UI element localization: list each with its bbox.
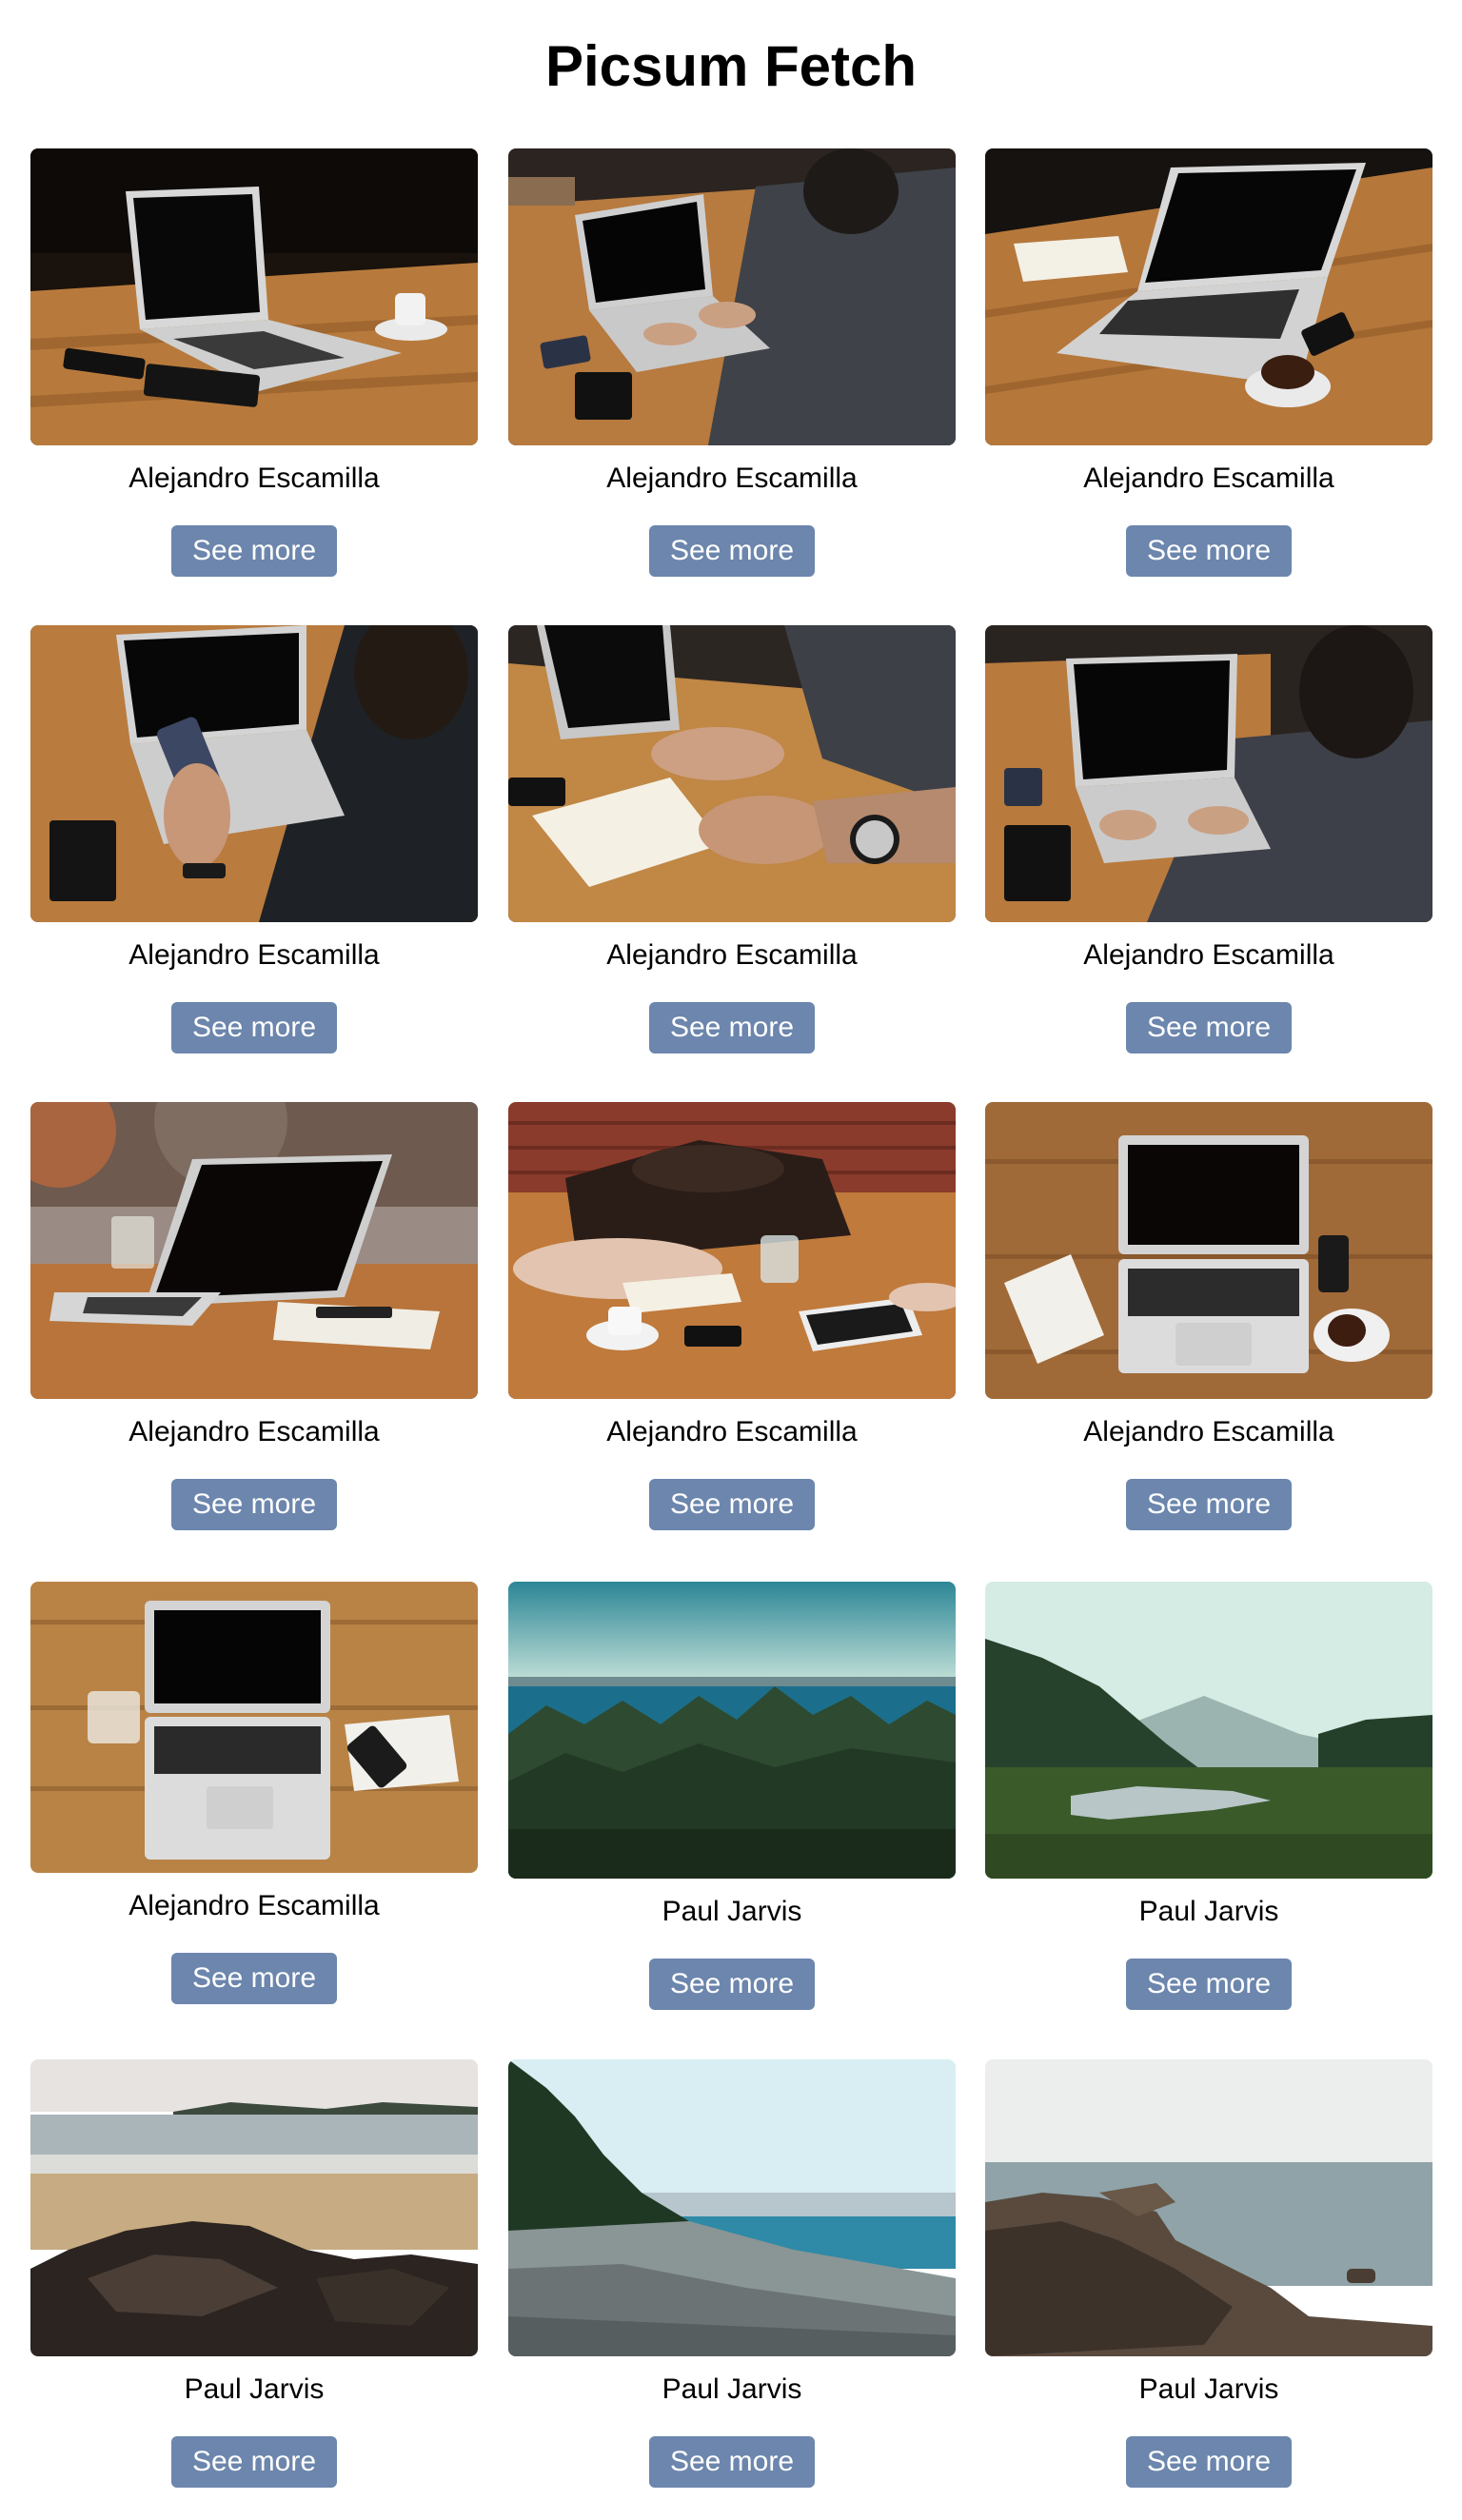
see-more-button[interactable]: See more [1126,1002,1292,1053]
see-more-button[interactable]: See more [1126,525,1292,577]
photo-pebble-beach [508,2059,956,2356]
see-more-button[interactable]: See more [171,2436,337,2488]
author-name: Alejandro Escamilla [128,939,380,971]
photo-card: Alejandro Escamilla See more [30,1582,478,2004]
see-more-button[interactable]: See more [649,2436,815,2488]
photo-laptop-top-view-2 [30,1582,478,1873]
author-name: Paul Jarvis [184,2373,325,2405]
photo-image[interactable] [30,2059,478,2356]
see-more-button[interactable]: See more [171,1002,337,1053]
photo-bag-on-table [508,1102,956,1399]
photo-beach-rocks [30,2059,478,2356]
see-more-button[interactable]: See more [171,525,337,577]
photo-image[interactable] [508,1582,956,1879]
photo-person-holding-phone [30,625,478,922]
photo-card: Alejandro Escamilla See more [30,148,478,577]
author-name: Alejandro Escamilla [128,1416,380,1447]
see-more-button[interactable]: See more [1126,1959,1292,2010]
page-title: Picsum Fetch [544,34,918,98]
photo-image[interactable] [30,148,478,445]
author-name: Alejandro Escamilla [128,1890,380,1921]
photo-card: Alejandro Escamilla See more [508,1102,956,1530]
see-more-button[interactable]: See more [649,1959,815,2010]
photo-image[interactable] [30,625,478,922]
photo-laptop-top-view [985,1102,1432,1399]
author-name: Paul Jarvis [1138,1896,1279,1927]
photo-image[interactable] [30,1582,478,1873]
author-name: Alejandro Escamilla [128,463,380,494]
photo-rocky-shore [985,2059,1432,2356]
photo-person-typing-laptop [508,148,956,445]
photo-card: Paul Jarvis See more [508,1582,956,2010]
author-name: Alejandro Escamilla [606,939,858,971]
photo-image[interactable] [985,1582,1432,1879]
photo-image[interactable] [985,625,1432,922]
author-name: Alejandro Escamilla [606,1416,858,1447]
author-name: Alejandro Escamilla [1083,939,1334,971]
photo-card: Alejandro Escamilla See more [30,1102,478,1530]
author-name: Paul Jarvis [662,2373,802,2405]
photo-laptop-coffee-table [985,148,1432,445]
photo-image[interactable] [985,148,1432,445]
photo-card: Alejandro Escamilla See more [508,148,956,577]
photo-card: Alejandro Escamilla See more [985,1102,1432,1530]
photo-image[interactable] [30,1102,478,1399]
author-name: Alejandro Escamilla [1083,1416,1334,1447]
photo-card: Alejandro Escamilla See more [508,625,956,1053]
photo-card: Alejandro Escamilla See more [985,625,1432,1053]
photo-card: Paul Jarvis See more [30,2059,478,2488]
photo-image[interactable] [508,148,956,445]
photo-card: Paul Jarvis See more [508,2059,956,2488]
photo-image[interactable] [508,1102,956,1399]
photo-image[interactable] [985,2059,1432,2356]
photo-image[interactable] [985,1102,1432,1399]
photo-image[interactable] [508,2059,956,2356]
photo-laptop-on-table-bokeh [30,1102,478,1399]
photo-laptop-on-table [30,148,478,445]
see-more-button[interactable]: See more [649,1002,815,1053]
photo-card: Alejandro Escamilla See more [30,625,478,1053]
photo-forest-sea [508,1582,956,1879]
photo-misty-valley-river [985,1582,1432,1879]
see-more-button[interactable]: See more [171,1479,337,1530]
author-name: Paul Jarvis [1138,2373,1279,2405]
photo-person-writing-notebook [508,625,956,922]
photo-image[interactable] [508,625,956,922]
see-more-button[interactable]: See more [649,525,815,577]
photo-card: Paul Jarvis See more [985,2059,1432,2488]
author-name: Paul Jarvis [662,1896,802,1927]
see-more-button[interactable]: See more [1126,2436,1292,2488]
see-more-button[interactable]: See more [649,1479,815,1530]
photo-person-typing-laptop [985,625,1432,922]
author-name: Alejandro Escamilla [1083,463,1334,494]
see-more-button[interactable]: See more [1126,1479,1292,1530]
photo-card: Alejandro Escamilla See more [985,148,1432,577]
author-name: Alejandro Escamilla [606,463,858,494]
see-more-button[interactable]: See more [171,1953,337,2004]
photo-card: Paul Jarvis See more [985,1582,1432,2010]
